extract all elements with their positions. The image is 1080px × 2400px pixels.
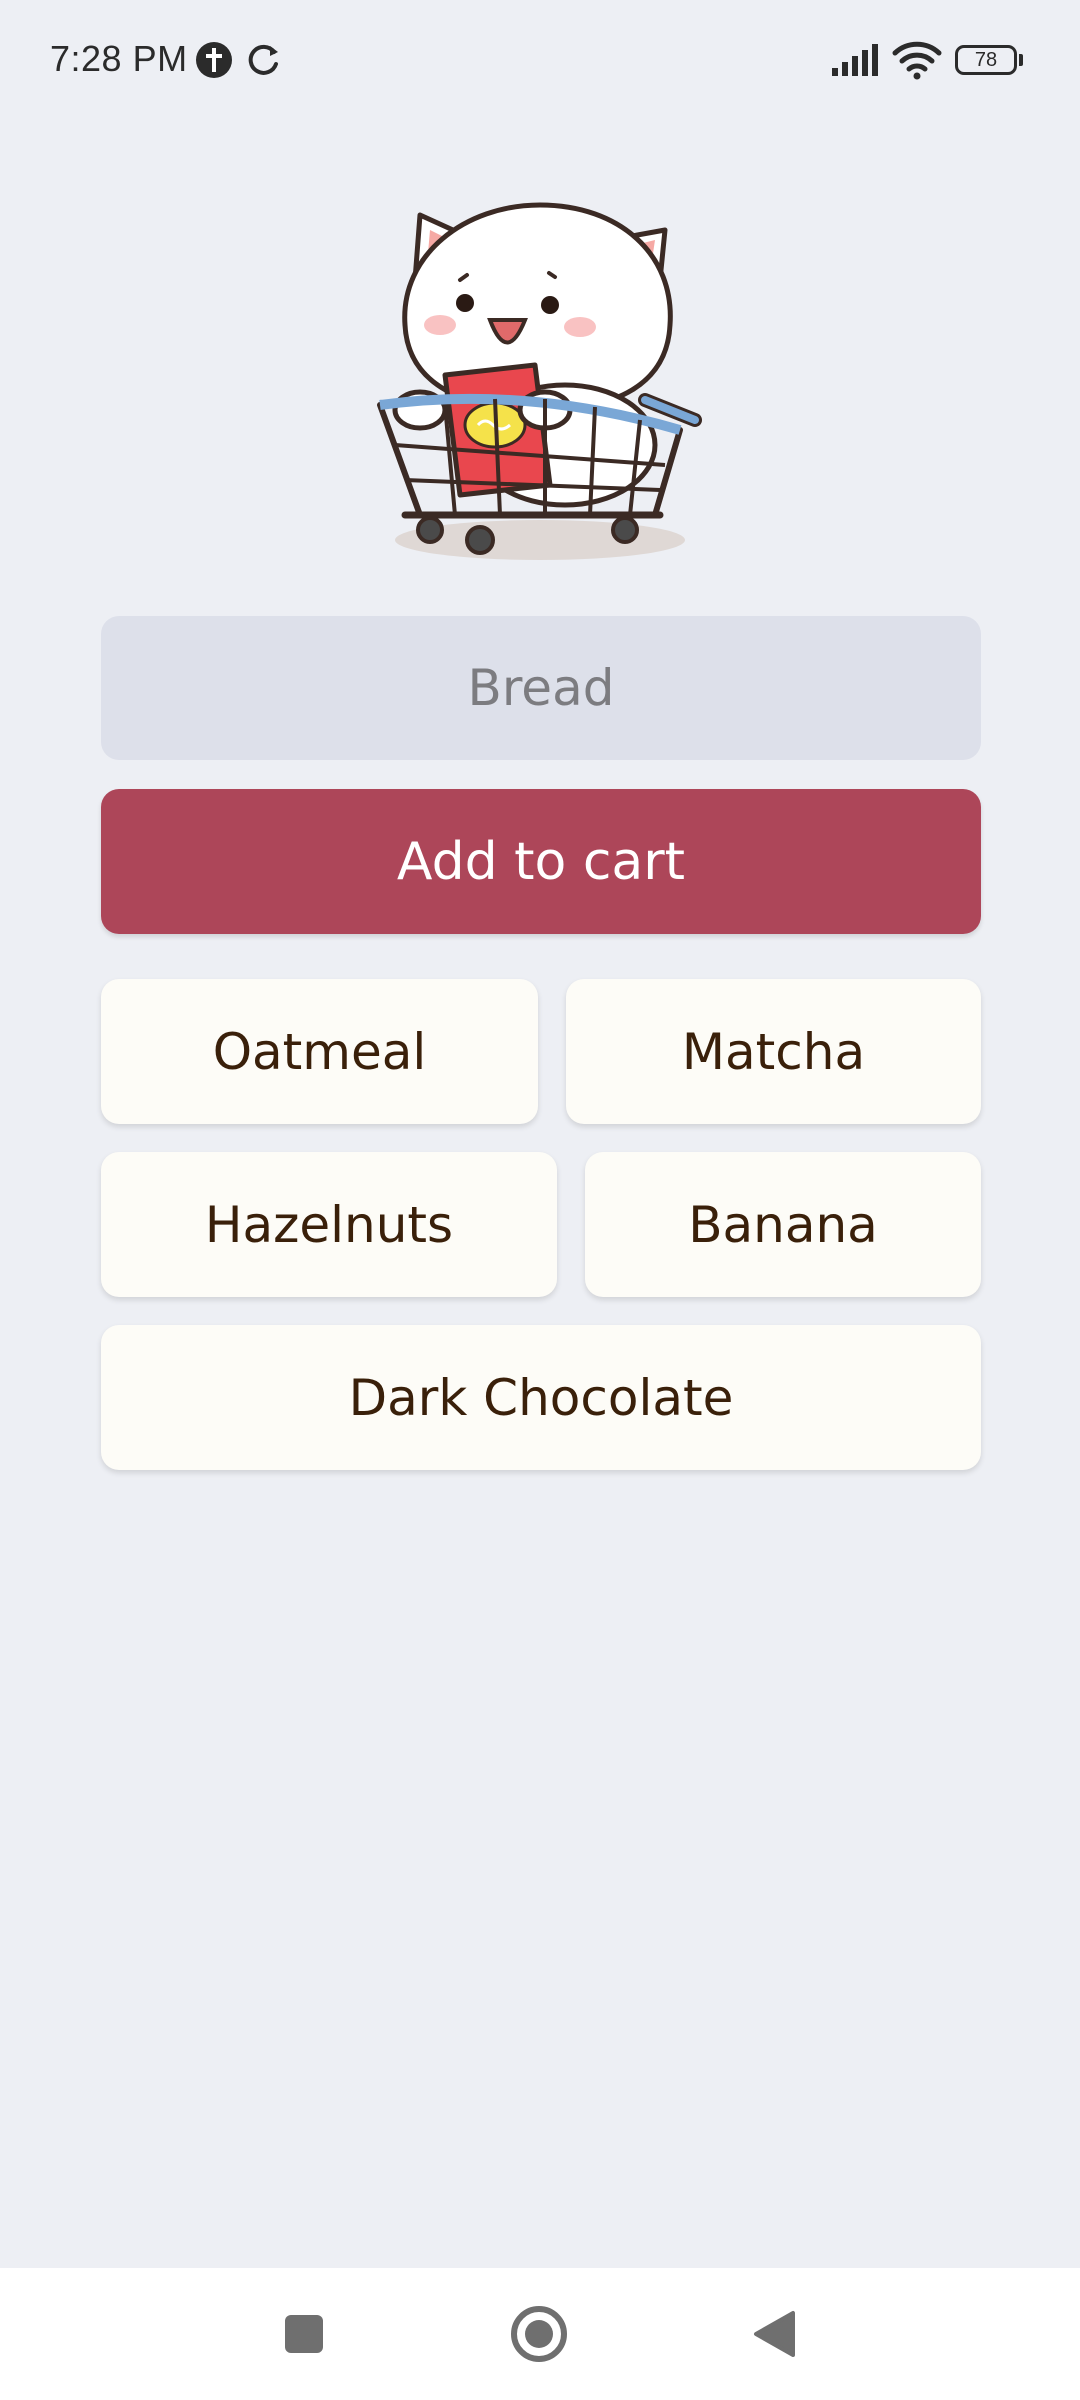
- add-to-cart-button[interactable]: Add to cart: [101, 789, 981, 934]
- app-screen: 7:28 PM 78 Bread Add to cart Oatmeal Mat…: [0, 0, 1080, 2400]
- add-to-cart-label: Add to cart: [396, 831, 686, 892]
- suggestion-chip-matcha[interactable]: Matcha: [566, 979, 981, 1124]
- suggestion-chip-label: Matcha: [681, 1022, 866, 1081]
- home-circle-icon[interactable]: [503, 2298, 575, 2370]
- suggestion-chip-dark-chocolate[interactable]: Dark Chocolate: [101, 1325, 981, 1470]
- signal-icon: [830, 42, 882, 83]
- notification-icon: [194, 40, 234, 85]
- battery-tip: [1019, 54, 1023, 66]
- suggestion-chip-label: Oatmeal: [212, 1022, 427, 1081]
- system-navigation-bar: [0, 2268, 1080, 2400]
- status-bar: 7:28 PM 78: [0, 0, 1080, 120]
- suggestion-chip-oatmeal[interactable]: Oatmeal: [101, 979, 538, 1124]
- suggestion-chip-label: Dark Chocolate: [348, 1368, 734, 1427]
- suggestion-chip-banana[interactable]: Banana: [585, 1152, 981, 1297]
- item-input[interactable]: [101, 616, 981, 760]
- battery-level: 78: [974, 49, 998, 71]
- suggestion-chip-hazelnuts[interactable]: Hazelnuts: [101, 1152, 557, 1297]
- wifi-icon: [892, 40, 942, 85]
- status-time: 7:28 PM: [50, 38, 188, 79]
- battery-icon: 78: [955, 45, 1017, 75]
- suggestion-chip-label: Banana: [688, 1195, 878, 1254]
- back-triangle-icon[interactable]: [738, 2298, 810, 2370]
- sync-icon: [244, 40, 284, 85]
- cat-in-shopping-cart-icon: [375, 185, 705, 570]
- recents-square-icon[interactable]: [268, 2298, 340, 2370]
- suggestion-chip-label: Hazelnuts: [204, 1195, 454, 1254]
